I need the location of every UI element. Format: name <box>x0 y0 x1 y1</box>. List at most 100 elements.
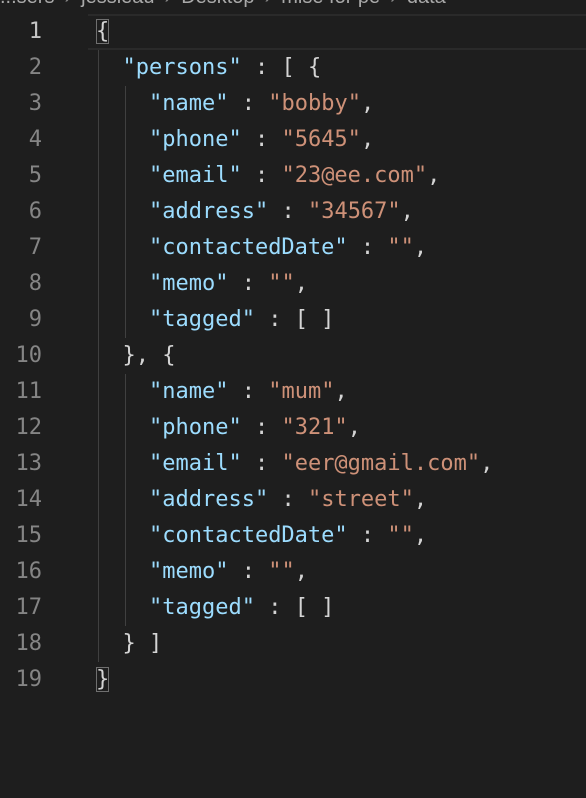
code-text: { <box>96 14 110 50</box>
line-number: 15 <box>15 523 43 548</box>
line-number: 10 <box>15 343 43 368</box>
code-line[interactable]: 19} <box>0 662 586 698</box>
code-text: "memo" : "", <box>96 554 308 590</box>
code-text: "name" : "bobby", <box>96 86 374 122</box>
code-line[interactable]: 12 "phone" : "321", <box>0 410 586 446</box>
json-punctuation: , <box>334 379 348 404</box>
json-key: "contactedDate" <box>148 235 348 260</box>
code-editor[interactable]: ...sers›jessieau›Desktop›mise for pe›dat… <box>0 0 586 798</box>
json-string: "" <box>387 523 414 548</box>
json-punctuation <box>96 487 149 512</box>
code-line[interactable]: 11 "name" : "mum", <box>0 374 586 410</box>
json-punctuation <box>96 91 149 116</box>
json-string: "5645" <box>281 127 361 152</box>
json-punctuation <box>96 127 149 152</box>
json-key: "name" <box>148 379 229 404</box>
code-line[interactable]: 18 } ] <box>0 626 586 662</box>
line-number: 4 <box>28 127 42 152</box>
code-line[interactable]: 9 "tagged" : [ ] <box>0 302 586 338</box>
code-text: "contactedDate" : "", <box>96 518 427 554</box>
breadcrumb-separator-icon: › <box>54 0 81 8</box>
code-text: "name" : "mum", <box>96 374 348 410</box>
line-number: 12 <box>15 415 43 440</box>
code-text: "persons" : [ { <box>96 50 322 86</box>
json-string: "eer@gmail.com" <box>281 451 481 476</box>
json-string: "bobby" <box>268 91 361 116</box>
json-key: "tagged" <box>148 307 255 332</box>
editor-lines[interactable]: 1{2 "persons" : [ {3 "name" : "bobby", 4 … <box>0 14 586 698</box>
breadcrumb-separator-icon: › <box>155 0 182 8</box>
json-punctuation: , <box>400 199 414 224</box>
code-line[interactable]: 2 "persons" : [ { <box>0 50 586 86</box>
line-number: 16 <box>15 559 43 584</box>
json-string: "23@ee.com" <box>281 163 428 188</box>
code-line[interactable]: 1{ <box>0 14 586 50</box>
code-line[interactable]: 8 "memo" : "", <box>0 266 586 302</box>
json-punctuation: , <box>360 127 375 152</box>
code-line[interactable]: 10 }, { <box>0 338 586 374</box>
code-line[interactable]: 3 "name" : "bobby", <box>0 86 586 122</box>
json-punctuation <box>96 307 149 332</box>
line-number: 14 <box>15 487 43 512</box>
line-number: 5 <box>28 163 42 188</box>
code-line[interactable]: 7 "contactedDate" : "", <box>0 230 586 266</box>
json-punctuation: : <box>268 199 308 224</box>
code-text: "contactedDate" : "", <box>96 230 427 266</box>
json-punctuation <box>96 379 149 404</box>
json-punctuation: }, { <box>96 343 176 368</box>
json-key: "phone" <box>148 127 242 152</box>
json-key: "email" <box>148 451 242 476</box>
json-punctuation: : <box>268 487 308 512</box>
json-string: "mum" <box>268 379 335 404</box>
code-text: "memo" : "", <box>96 266 308 302</box>
breadcrumb-item[interactable]: Desktop <box>181 0 254 8</box>
json-key: "tagged" <box>148 595 255 620</box>
code-line[interactable]: 6 "address" : "34567", <box>0 194 586 230</box>
json-string: "" <box>268 271 295 296</box>
line-number: 8 <box>28 271 42 296</box>
json-punctuation <box>96 163 149 188</box>
json-string: "street" <box>307 487 414 512</box>
code-line[interactable]: 16 "memo" : "", <box>0 554 586 590</box>
json-punctuation: : [ ] <box>254 595 335 620</box>
code-line[interactable]: 4 "phone" : "5645", <box>0 122 586 158</box>
json-punctuation: } ] <box>96 631 163 656</box>
code-line[interactable]: 15 "contactedDate" : "", <box>0 518 586 554</box>
json-key: "memo" <box>148 559 229 584</box>
code-text: } ] <box>96 626 162 662</box>
json-key: "persons" <box>122 55 242 80</box>
json-string: "" <box>268 559 295 584</box>
json-punctuation: : <box>241 163 282 188</box>
json-string: "34567" <box>307 199 401 224</box>
code-text: "tagged" : [ ] <box>96 302 334 338</box>
code-line[interactable]: 14 "address" : "street", <box>0 482 586 518</box>
line-number: 13 <box>15 451 43 476</box>
json-punctuation <box>96 55 123 80</box>
json-punctuation: , <box>294 559 308 584</box>
json-punctuation <box>96 595 149 620</box>
code-text: "address" : "street", <box>96 482 427 518</box>
breadcrumb-separator-icon: › <box>380 0 407 8</box>
code-text: "address" : "34567", <box>96 194 414 230</box>
line-number: 2 <box>28 55 42 80</box>
line-number: 1 <box>28 19 42 44</box>
breadcrumb-item[interactable]: data <box>407 0 446 8</box>
breadcrumb-separator-icon: › <box>255 0 282 8</box>
breadcrumb-item[interactable]: ...sers <box>0 0 54 8</box>
code-text: }, { <box>96 338 175 374</box>
breadcrumb-item[interactable]: jessieau <box>81 0 154 8</box>
code-line[interactable]: 13 "email" : "eer@gmail.com", <box>0 446 586 482</box>
code-line[interactable]: 5 "email" : "23@ee.com", <box>0 158 586 194</box>
json-punctuation <box>96 199 149 224</box>
json-punctuation <box>96 523 149 548</box>
json-punctuation: : <box>347 235 388 260</box>
json-punctuation: , <box>413 235 428 260</box>
json-punctuation <box>96 559 149 584</box>
line-number: 3 <box>28 91 42 116</box>
json-punctuation: : <box>228 559 269 584</box>
breadcrumb-item[interactable]: mise for pe <box>281 0 380 8</box>
json-punctuation: , <box>427 163 441 188</box>
json-punctuation: { <box>96 19 110 44</box>
code-line[interactable]: 17 "tagged" : [ ] <box>0 590 586 626</box>
json-punctuation: , <box>480 451 494 476</box>
